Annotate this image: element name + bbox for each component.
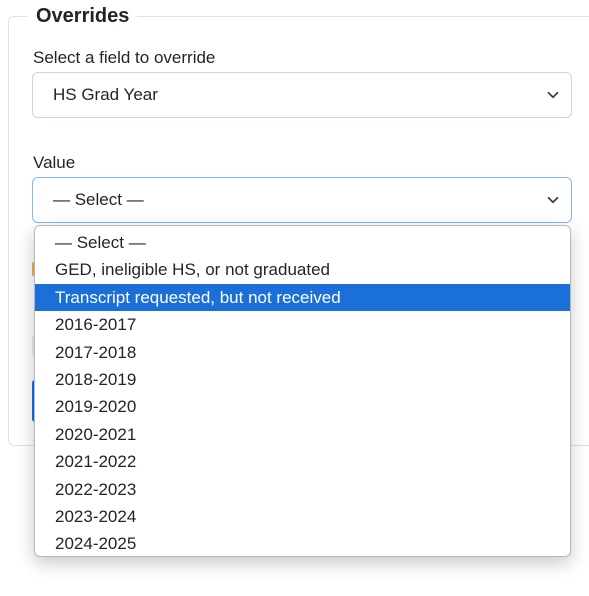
field-select-label: Select a field to override	[33, 48, 216, 67]
dropdown-option[interactable]: 2023-2024	[35, 503, 570, 530]
overrides-legend: Overrides	[28, 2, 138, 30]
value-select-label: Value	[33, 153, 76, 172]
dropdown-option[interactable]: 2018-2019	[35, 366, 570, 393]
chevron-down-icon	[547, 196, 559, 204]
dropdown-option[interactable]: 2016-2017	[35, 311, 570, 338]
value-select-value: — Select —	[53, 190, 144, 209]
dropdown-option[interactable]: 2017-2018	[35, 339, 570, 366]
dropdown-option[interactable]: 2021-2022	[35, 448, 570, 475]
field-select[interactable]: HS Grad Year	[32, 72, 572, 118]
dropdown-option[interactable]: 2019-2020	[35, 393, 570, 420]
value-dropdown-list[interactable]: — Select — GED, ineligible HS, or not gr…	[34, 225, 571, 557]
value-select[interactable]: — Select —	[32, 177, 572, 223]
field-select-value: HS Grad Year	[53, 85, 158, 104]
overrides-page: Overrides Select a field to override HS …	[0, 0, 589, 596]
dropdown-option-highlighted[interactable]: Transcript requested, but not received	[35, 283, 570, 312]
dropdown-option[interactable]: 2024-2025	[35, 530, 570, 556]
dropdown-option[interactable]: — Select —	[35, 229, 570, 256]
chevron-down-icon	[547, 91, 559, 99]
dropdown-option[interactable]: 2020-2021	[35, 421, 570, 448]
dropdown-option[interactable]: 2022-2023	[35, 476, 570, 503]
dropdown-option[interactable]: GED, ineligible HS, or not graduated	[35, 256, 570, 283]
